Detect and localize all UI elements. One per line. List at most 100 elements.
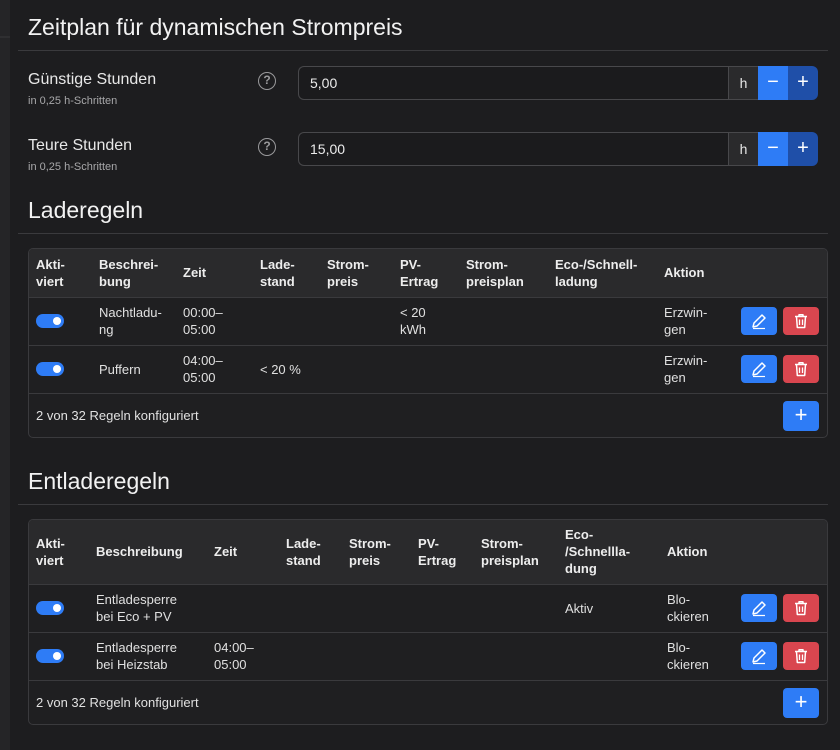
eco-cell: Aktiv [558,583,660,632]
table-header-row: Akti-viert Beschrei-bung Zeit Lade-stand Str… [29,249,827,297]
expensive-hours-increment-button[interactable]: + [788,132,818,166]
time-cell: 04:00– 05:00 [207,631,279,680]
column-header: Strom-preisplan [474,520,558,584]
discharge-rules-table-card: Akti-viert Beschreibung Zeit Lade-stand Stro… [28,519,828,725]
active-cell [29,296,92,345]
eco-cell [558,631,660,680]
active-cell [29,631,89,680]
cheap-hours-unit: h [728,66,758,100]
cheap-hours-input-group: 5,00 h − + [298,66,818,100]
column-header-actions [724,249,827,297]
rules-count-text: 2 von 32 Regeln konfiguriert [36,695,199,710]
active-toggle[interactable] [36,601,64,615]
desc-cell: Nachtladu-ng [92,296,176,345]
column-header: Aktion [660,520,723,584]
delete-rule-button[interactable] [783,594,819,622]
edit-rule-button[interactable] [741,594,777,622]
cheap-hours-row: Günstige Stunden in 0,25 h-Schritten ? 5… [18,51,840,117]
cheap-hours-increment-button[interactable]: + [788,66,818,100]
delete-rule-button[interactable] [783,307,819,335]
time-cell: 00:00– 05:00 [176,296,253,345]
soc-cell [279,583,342,632]
expensive-hours-row: Teure Stunden in 0,25 h-Schritten ? 15,0… [18,117,840,183]
help-icon[interactable]: ? [258,72,276,90]
column-header: Strom-preis [320,249,393,297]
divider [18,504,828,505]
table-row: Puffern 04:00– 05:00 < 20 % Erzwin-gen [29,344,827,393]
edit-rule-button[interactable] [741,642,777,671]
edit-rule-button[interactable] [741,355,777,384]
active-cell [29,344,92,393]
help-icon[interactable]: ? [258,138,276,156]
pv-cell [411,631,474,680]
settings-content: Zeitplan für dynamischen Strompreis Güns… [18,0,840,725]
column-header: Zeit [207,520,279,584]
action-cell: Erzwin-gen [657,344,724,393]
delete-rule-button[interactable] [783,642,819,671]
action-cell: Blo-ckieren [660,583,723,632]
column-header: Strom-preis [342,520,411,584]
pv-cell: < 20 kWh [393,296,459,345]
action-cell: Blo-ckieren [660,631,723,680]
desc-cell: Puffern [92,344,176,393]
eco-cell [548,344,657,393]
pencil-icon [750,601,768,620]
cheap-hours-input[interactable]: 5,00 [298,66,728,100]
time-cell [207,583,279,632]
plan-cell [474,583,558,632]
plan-cell [474,631,558,680]
soc-cell [253,296,320,345]
delete-rule-button[interactable] [783,355,819,384]
cheap-hours-decrement-button[interactable]: − [758,66,788,100]
cheap-hours-label: Günstige Stunden [28,71,157,88]
actions-cell [723,631,827,680]
edit-rule-button[interactable] [741,307,777,335]
active-cell [29,583,89,632]
actions-cell [724,296,827,345]
column-header: Lade-stand [279,520,342,584]
column-header: Lade-stand [253,249,320,297]
add-charge-rule-button[interactable]: + [783,401,819,431]
trash-icon [792,314,810,333]
expensive-hours-unit: h [728,132,758,166]
expensive-hours-label: Teure Stunden [28,137,133,154]
column-header: Beschrei-bung [92,249,176,297]
eco-cell [548,296,657,345]
cheap-hours-hint: in 0,25 h-Schritten [28,95,118,107]
column-header: PV- Ertrag [393,249,459,297]
charge-rules-footer: 2 von 32 Regeln konfiguriert + [29,393,827,437]
column-header: Aktion [657,249,724,297]
time-cell: 04:00– 05:00 [176,344,253,393]
trash-icon [792,601,810,620]
column-header: Beschreibung [89,520,207,584]
active-toggle[interactable] [36,362,64,377]
pv-cell [393,344,459,393]
actions-cell [723,583,827,632]
column-header: Eco-/Schnellla-dung [558,520,660,584]
price-cell [342,631,411,680]
pencil-icon [750,362,768,381]
charge-rules-table-card: Akti-viert Beschrei-bung Zeit Lade-stand Str… [28,248,828,438]
plan-cell [459,296,548,345]
active-toggle[interactable] [36,314,64,328]
column-header: PV- Ertrag [411,520,474,584]
discharge-rules-title: Entladeregeln [28,468,170,494]
discharge-rules-footer: 2 von 32 Regeln konfiguriert + [29,680,827,724]
rules-count-text: 2 von 32 Regeln konfiguriert [36,408,199,423]
price-cell [320,344,393,393]
active-toggle[interactable] [36,649,64,664]
add-discharge-rule-button[interactable]: + [783,688,819,718]
soc-cell: < 20 % [253,344,320,393]
action-cell: Erzwin-gen [657,296,724,345]
column-header: Strom-preisplan [459,249,548,297]
column-header: Zeit [176,249,253,297]
column-header: Akti-viert [29,520,89,584]
table-header-row: Akti-viert Beschreibung Zeit Lade-stand Stro… [29,520,827,584]
trash-icon [792,362,810,381]
trash-icon [792,649,810,668]
expensive-hours-input[interactable]: 15,00 [298,132,728,166]
expensive-hours-decrement-button[interactable]: − [758,132,788,166]
soc-cell [279,631,342,680]
column-header: Akti-viert [29,249,92,297]
desc-cell: Entladesperre bei Eco + PV [89,583,207,632]
